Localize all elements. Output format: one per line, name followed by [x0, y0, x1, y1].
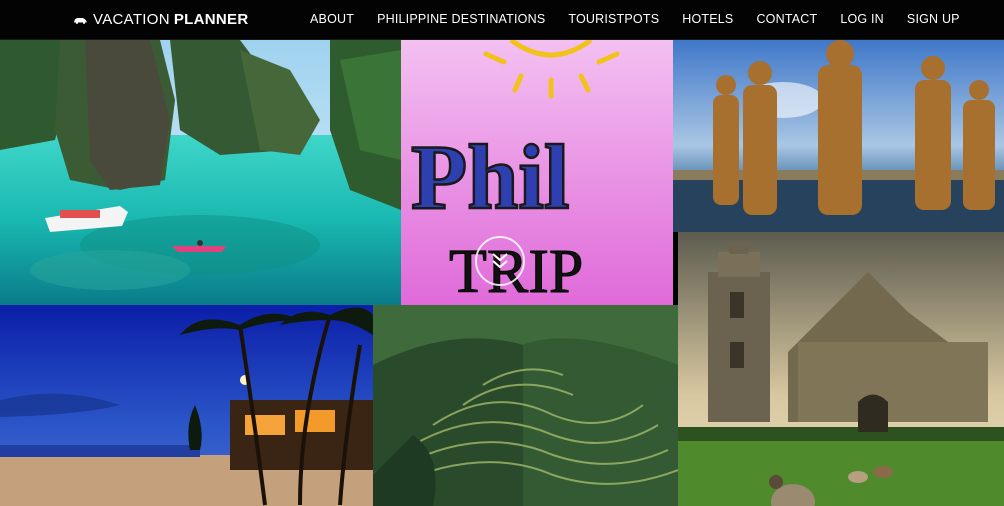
brand-text-bold: PLANNER: [173, 11, 249, 28]
rice-terraces-photo: [373, 305, 678, 506]
lagoon-photo: [0, 40, 401, 305]
nav-contact[interactable]: CONTACT: [756, 12, 817, 26]
baroque-church-photo: [678, 232, 1004, 506]
nav-log-in[interactable]: LOG IN: [840, 12, 884, 26]
nav-sign-up[interactable]: SIGN UP: [907, 12, 960, 26]
brand-logo-link[interactable]: VACATION PLANNER: [73, 11, 248, 28]
phil-trip-logo-tile: Phil TRIP: [401, 40, 673, 305]
logo-word: Phil: [411, 126, 569, 228]
car-icon: [74, 18, 87, 24]
nav-hotels[interactable]: HOTELS: [682, 12, 733, 26]
brand-text-light: VACATION: [93, 11, 170, 28]
beach-resort-photo: [0, 305, 373, 506]
double-chevron-down-icon: [492, 253, 508, 269]
scroll-down-button[interactable]: [475, 236, 525, 286]
top-navbar: VACATION PLANNER ABOUT PHILIPPINE DESTIN…: [0, 0, 1004, 40]
nav-about[interactable]: ABOUT: [310, 12, 354, 26]
nav-touristpots[interactable]: TOURISTPOTS: [568, 12, 659, 26]
landing-memorial-photo: [673, 40, 1004, 232]
nav-philippine-destinations[interactable]: PHILIPPINE DESTINATIONS: [377, 12, 545, 26]
main-nav: ABOUT PHILIPPINE DESTINATIONS TOURISTPOT…: [310, 12, 983, 26]
